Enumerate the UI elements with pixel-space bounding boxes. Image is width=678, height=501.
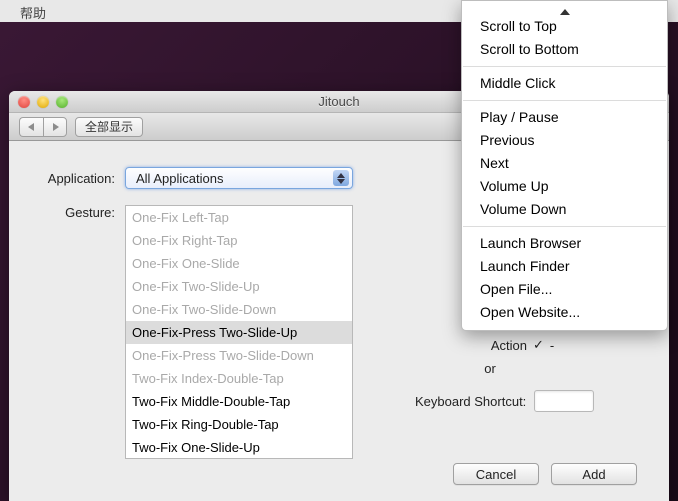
action-popup-menu[interactable]: Scroll to TopScroll to Bottom Middle Clic… <box>461 0 668 331</box>
menu-item[interactable]: Next <box>462 152 667 175</box>
gesture-item[interactable]: Two-Fix One-Slide-Up <box>126 436 352 459</box>
gesture-item[interactable]: One-Fix Left-Tap <box>126 206 352 229</box>
forward-button[interactable] <box>43 117 67 137</box>
application-dropdown[interactable]: All Applications <box>125 167 353 189</box>
menu-item[interactable]: Middle Click <box>462 72 667 95</box>
background-menu-item: 帮助 <box>20 3 46 22</box>
menu-separator <box>463 226 666 227</box>
gesture-item[interactable]: One-Fix Two-Slide-Up <box>126 275 352 298</box>
application-label: Application: <box>29 171 125 186</box>
keyboard-shortcut-input[interactable] <box>534 390 594 412</box>
or-label: or <box>415 361 565 376</box>
gesture-label: Gesture: <box>29 205 125 220</box>
menu-item[interactable]: Launch Finder <box>462 255 667 278</box>
gesture-item[interactable]: Two-Fix Ring-Double-Tap <box>126 413 352 436</box>
gesture-item[interactable]: Two-Fix Index-Double-Tap <box>126 367 352 390</box>
show-all-button[interactable]: 全部显示 <box>75 117 143 137</box>
cancel-button[interactable]: Cancel <box>453 463 539 485</box>
back-button[interactable] <box>19 117 43 137</box>
menu-item[interactable]: Volume Up <box>462 175 667 198</box>
action-check-icon: ✓ <box>533 337 544 353</box>
menu-item[interactable]: Volume Down <box>462 198 667 221</box>
menu-separator <box>463 100 666 101</box>
menu-item[interactable]: Launch Browser <box>462 232 667 255</box>
application-dropdown-value: All Applications <box>136 171 223 186</box>
gesture-item[interactable]: One-Fix-Press Two-Slide-Down <box>126 344 352 367</box>
action-row: Action ✓ - <box>415 337 594 353</box>
menu-item[interactable]: Open Website... <box>462 301 667 324</box>
gesture-listbox[interactable]: One-Fix Left-TapOne-Fix Right-TapOne-Fix… <box>125 205 353 459</box>
menu-item[interactable]: Scroll to Top <box>462 15 667 38</box>
menu-item[interactable]: Play / Pause <box>462 106 667 129</box>
menu-scroll-up-icon[interactable] <box>462 3 667 15</box>
menu-separator <box>463 66 666 67</box>
menu-item[interactable]: Scroll to Bottom <box>462 38 667 61</box>
action-value: - <box>550 338 554 353</box>
gesture-item[interactable]: One-Fix Right-Tap <box>126 229 352 252</box>
action-label: Action <box>415 338 527 353</box>
keyboard-shortcut-row: Keyboard Shortcut: <box>415 390 594 412</box>
keyboard-shortcut-label: Keyboard Shortcut: <box>415 394 526 409</box>
gesture-item[interactable]: One-Fix Two-Slide-Down <box>126 298 352 321</box>
dropdown-arrows-icon <box>333 170 349 186</box>
right-column: Action ✓ - or Keyboard Shortcut: <box>415 337 594 412</box>
add-button[interactable]: Add <box>551 463 637 485</box>
button-bar: Cancel Add <box>453 463 637 485</box>
triangle-left-icon <box>28 123 36 131</box>
gesture-item[interactable]: One-Fix-Press Two-Slide-Up <box>126 321 352 344</box>
triangle-right-icon <box>51 123 59 131</box>
nav-segment <box>19 117 67 137</box>
menu-item[interactable]: Previous <box>462 129 667 152</box>
gesture-item[interactable]: Two-Fix Middle-Double-Tap <box>126 390 352 413</box>
gesture-item[interactable]: One-Fix One-Slide <box>126 252 352 275</box>
menu-item[interactable]: Open File... <box>462 278 667 301</box>
